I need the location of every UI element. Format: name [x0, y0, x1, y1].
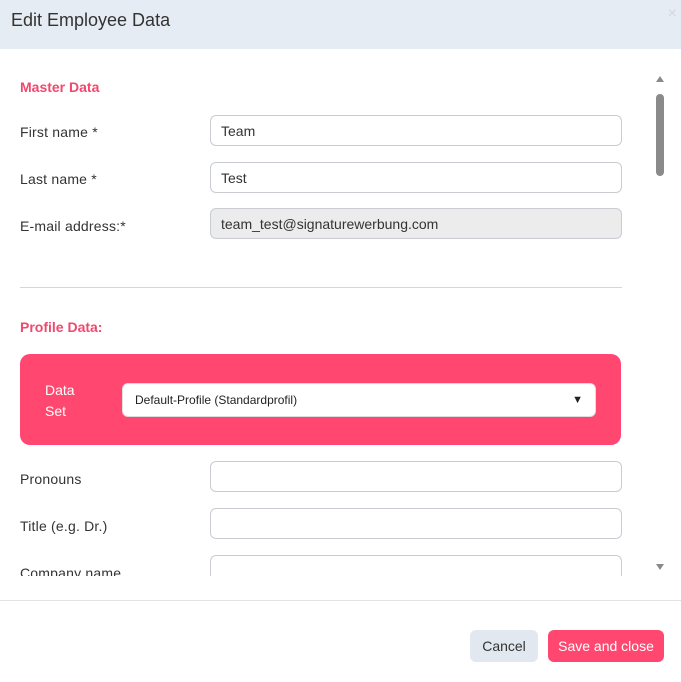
profile-data-title: Profile Data:	[20, 319, 103, 335]
dataset-panel: Data Set Default-Profile (Standardprofil…	[20, 354, 621, 445]
dialog-title: Edit Employee Data	[11, 10, 171, 30]
footer-divider	[0, 600, 681, 601]
title-input[interactable]	[210, 508, 622, 539]
scroll-thumb[interactable]	[656, 94, 664, 176]
chevron-down-icon: ▼	[572, 394, 583, 406]
scroll-down-icon[interactable]	[656, 564, 664, 570]
title-label: Title (e.g. Dr.)	[20, 518, 108, 534]
last-name-input[interactable]	[210, 162, 622, 193]
pronouns-input[interactable]	[210, 461, 622, 492]
scroll-up-icon[interactable]	[656, 76, 664, 82]
first-name-label: First name *	[20, 124, 98, 140]
save-and-close-button[interactable]: Save and close	[548, 630, 664, 662]
cancel-button[interactable]: Cancel	[470, 630, 538, 662]
vertical-scrollbar[interactable]	[654, 76, 666, 570]
close-icon[interactable]: ×	[668, 6, 677, 22]
company-name-input[interactable]	[210, 555, 622, 576]
dialog-header: Edit Employee Data ×	[0, 0, 681, 49]
dataset-selected-value: Default-Profile (Standardprofil)	[135, 393, 298, 407]
email-input	[210, 208, 622, 239]
email-label: E-mail address:*	[20, 218, 126, 234]
last-name-label: Last name *	[20, 171, 97, 187]
pronouns-label: Pronouns	[20, 471, 82, 487]
first-name-input[interactable]	[210, 115, 622, 146]
dataset-select[interactable]: Default-Profile (Standardprofil) ▼	[122, 383, 596, 417]
master-data-title: Master Data	[20, 79, 100, 95]
dialog-body[interactable]: Master Data First name * Last name * E-m…	[0, 49, 681, 576]
section-divider	[20, 287, 622, 288]
dataset-label: Data Set	[45, 382, 75, 419]
company-name-label: Company name	[20, 565, 122, 576]
